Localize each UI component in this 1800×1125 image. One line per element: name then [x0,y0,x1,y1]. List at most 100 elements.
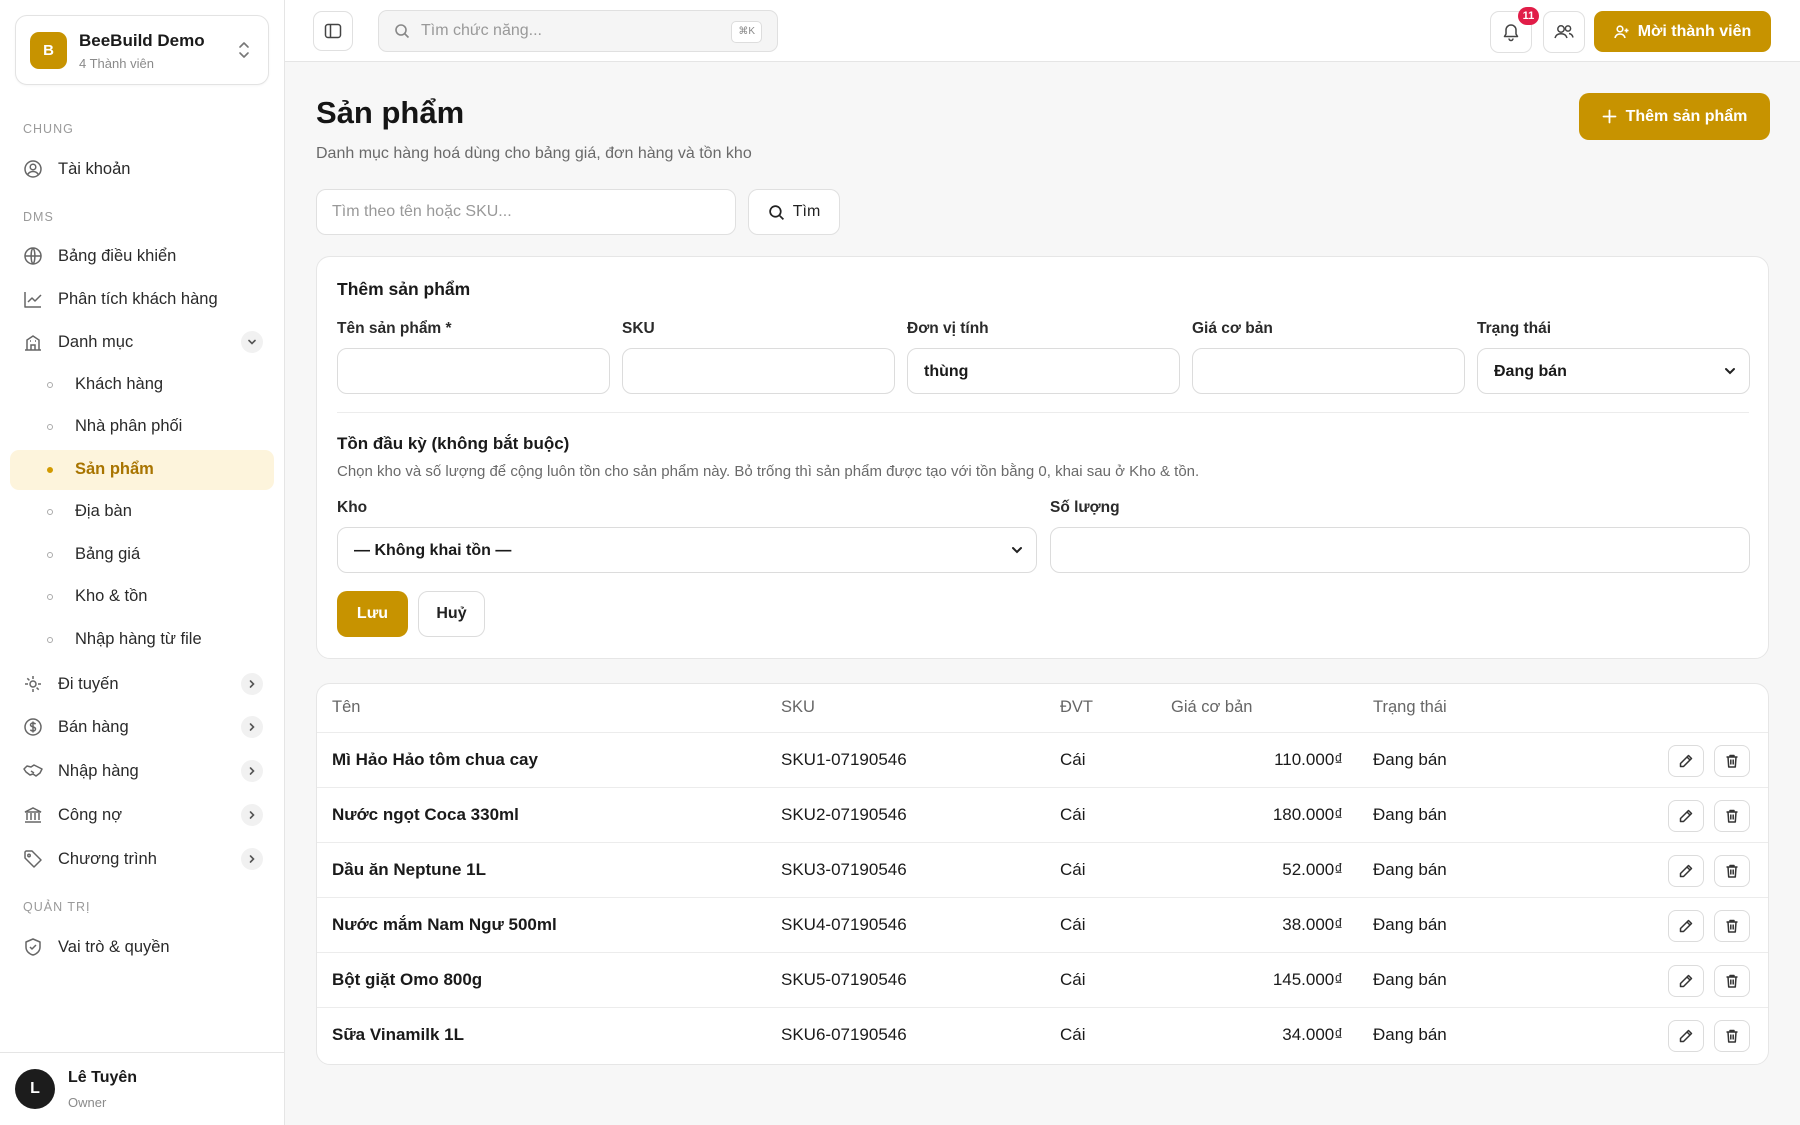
sidebar-item-account[interactable]: Tài khoản [10,149,274,189]
sidebar-subitem-customers[interactable]: Khách hàng [10,365,274,405]
chevron-right-icon[interactable] [241,716,263,738]
edit-button[interactable] [1668,745,1704,777]
bank-icon [23,805,43,825]
sku-cell: SKU4-07190546 [781,915,907,934]
sidebar-item-label: Sản phẩm [75,460,154,478]
table-row: Sữa Vinamilk 1L SKU6-07190546 Cái 34.000₫ Đa… [317,1008,1768,1063]
status-label: Trạng thái [1477,320,1552,337]
quantity-field[interactable] [1050,527,1750,573]
sidebar-subitem-import-file[interactable]: Nhập hàng từ file [10,620,274,660]
sidebar-item-routes[interactable]: Đi tuyến [10,664,274,704]
chevron-up-down-icon [237,41,251,59]
pencil-icon [1678,863,1694,879]
delete-button[interactable] [1714,800,1750,832]
pencil-icon [1678,1028,1694,1044]
sidebar-toggle-button[interactable] [313,11,353,51]
trash-icon [1724,918,1740,934]
sidebar-subitem-distributors[interactable]: Nhà phân phối [10,407,274,447]
workspace-members: 4 Thành viên [79,56,154,71]
chevron-right-icon[interactable] [241,804,263,826]
delete-button[interactable] [1714,745,1750,777]
product-name-cell: Mì Hảo Hảo tôm chua cay [332,750,538,769]
page-title: Sản phẩm [316,95,465,130]
products-table: Tên SKU ĐVT Giá cơ bản Trạng thái Mì Hảo… [316,683,1769,1065]
save-button[interactable]: Lưu [337,591,408,637]
product-name-cell: Nước mắm Nam Ngư 500ml [332,915,557,934]
sidebar-item-sales[interactable]: Bán hàng [10,707,274,747]
edit-button[interactable] [1668,910,1704,942]
bullet-icon [47,594,53,600]
sidebar-item-label: Khách hàng [75,375,164,393]
sku-cell: SKU5-07190546 [781,970,907,989]
edit-button[interactable] [1668,800,1704,832]
product-search-input[interactable]: Tìm theo tên hoặc SKU... [316,189,736,235]
topbar: Tìm chức năng... ⌘K 11 Mời thành viên [285,0,1800,62]
product-name-cell: Nước ngọt Coca 330ml [332,805,519,824]
user-name: Lê Tuyên [68,1069,138,1086]
sidebar-item-programs[interactable]: Chương trình [10,839,274,879]
price-cell: 180.000₫ [1272,805,1343,824]
plus-icon [1602,109,1617,124]
selected-value: — Không khai tồn — [354,542,512,559]
sidebar-subitem-price-lists[interactable]: Bảng giá [10,535,274,575]
function-search-input[interactable]: Tìm chức năng... ⌘K [378,10,778,52]
sidebar-item-dashboard[interactable]: Bảng điều khiển [10,236,274,276]
sidebar-item-debts[interactable]: Công nợ [10,795,274,835]
product-name-cell: Bột giặt Omo 800g [332,970,483,989]
unit-field[interactable]: thùng [907,348,1180,394]
selected-value: Đang bán [1494,363,1567,380]
status-cell: Đang bán [1373,915,1447,934]
unit-cell: Cái [1060,915,1086,934]
sidebar-item-purchasing[interactable]: Nhập hàng [10,751,274,791]
sidebar-subitem-inventory[interactable]: Kho & tồn [10,577,274,617]
bullet-icon [47,467,53,473]
add-product-button[interactable]: Thêm sản phẩm [1579,93,1770,140]
sidebar-item-label: Địa bàn [75,502,132,520]
workspace-switcher[interactable]: B BeeBuild Demo 4 Thành viên [15,15,269,85]
base-price-field[interactable] [1192,348,1465,394]
trash-icon [1724,973,1740,989]
delete-button[interactable] [1714,855,1750,887]
delete-button[interactable] [1714,910,1750,942]
sidebar-item-roles[interactable]: Vai trò & quyền [10,927,274,967]
product-name-cell: Dầu ăn Neptune 1L [332,860,486,879]
chevron-right-icon[interactable] [241,673,263,695]
sidebar-item-customer-analytics[interactable]: Phân tích khách hàng [10,279,274,319]
section-label-admin: QUẢN TRỊ [23,900,91,914]
sku-cell: SKU2-07190546 [781,805,907,824]
column-header-unit: ĐVT [1060,698,1093,716]
edit-button[interactable] [1668,1020,1704,1052]
user-plus-icon [1613,24,1630,40]
chevron-right-icon[interactable] [241,760,263,782]
sidebar-subitem-products[interactable]: Sản phẩm [10,450,274,490]
workspace-name: BeeBuild Demo [79,31,205,50]
sidebar-item-catalog[interactable]: Danh mục [10,322,274,362]
warehouse-select[interactable]: — Không khai tồn — [337,527,1037,573]
sku-field[interactable] [622,348,895,394]
unit-cell: Cái [1060,750,1086,769]
delete-button[interactable] [1714,965,1750,997]
notifications-button[interactable]: 11 [1490,7,1539,53]
chevron-down-icon[interactable] [241,331,263,353]
search-button[interactable]: Tìm [748,189,840,235]
section-label-dms: DMS [23,210,54,224]
sidebar-item-label: Bảng giá [75,545,141,563]
sidebar-subitem-areas[interactable]: Địa bàn [10,492,274,532]
delete-button[interactable] [1714,1020,1750,1052]
sidebar-item-label: Tài khoản [58,159,131,178]
edit-button[interactable] [1668,965,1704,997]
product-name-field[interactable] [337,348,610,394]
unit-cell: Cái [1060,860,1086,879]
chevron-down-icon [1010,543,1024,557]
user-profile[interactable]: L Lê Tuyên Owner [0,1052,285,1125]
edit-button[interactable] [1668,855,1704,887]
column-header-price: Giá cơ bản [1171,698,1253,716]
price-cell: 110.000₫ [1274,750,1343,769]
sidebar-item-label: Phân tích khách hàng [58,289,218,308]
invite-member-button[interactable]: Mời thành viên [1594,11,1771,52]
members-button[interactable] [1543,11,1585,53]
cancel-button[interactable]: Huỷ [418,591,485,637]
chevron-right-icon[interactable] [241,848,263,870]
search-placeholder: Tìm chức năng... [421,22,542,39]
status-select[interactable]: Đang bán [1477,348,1750,394]
